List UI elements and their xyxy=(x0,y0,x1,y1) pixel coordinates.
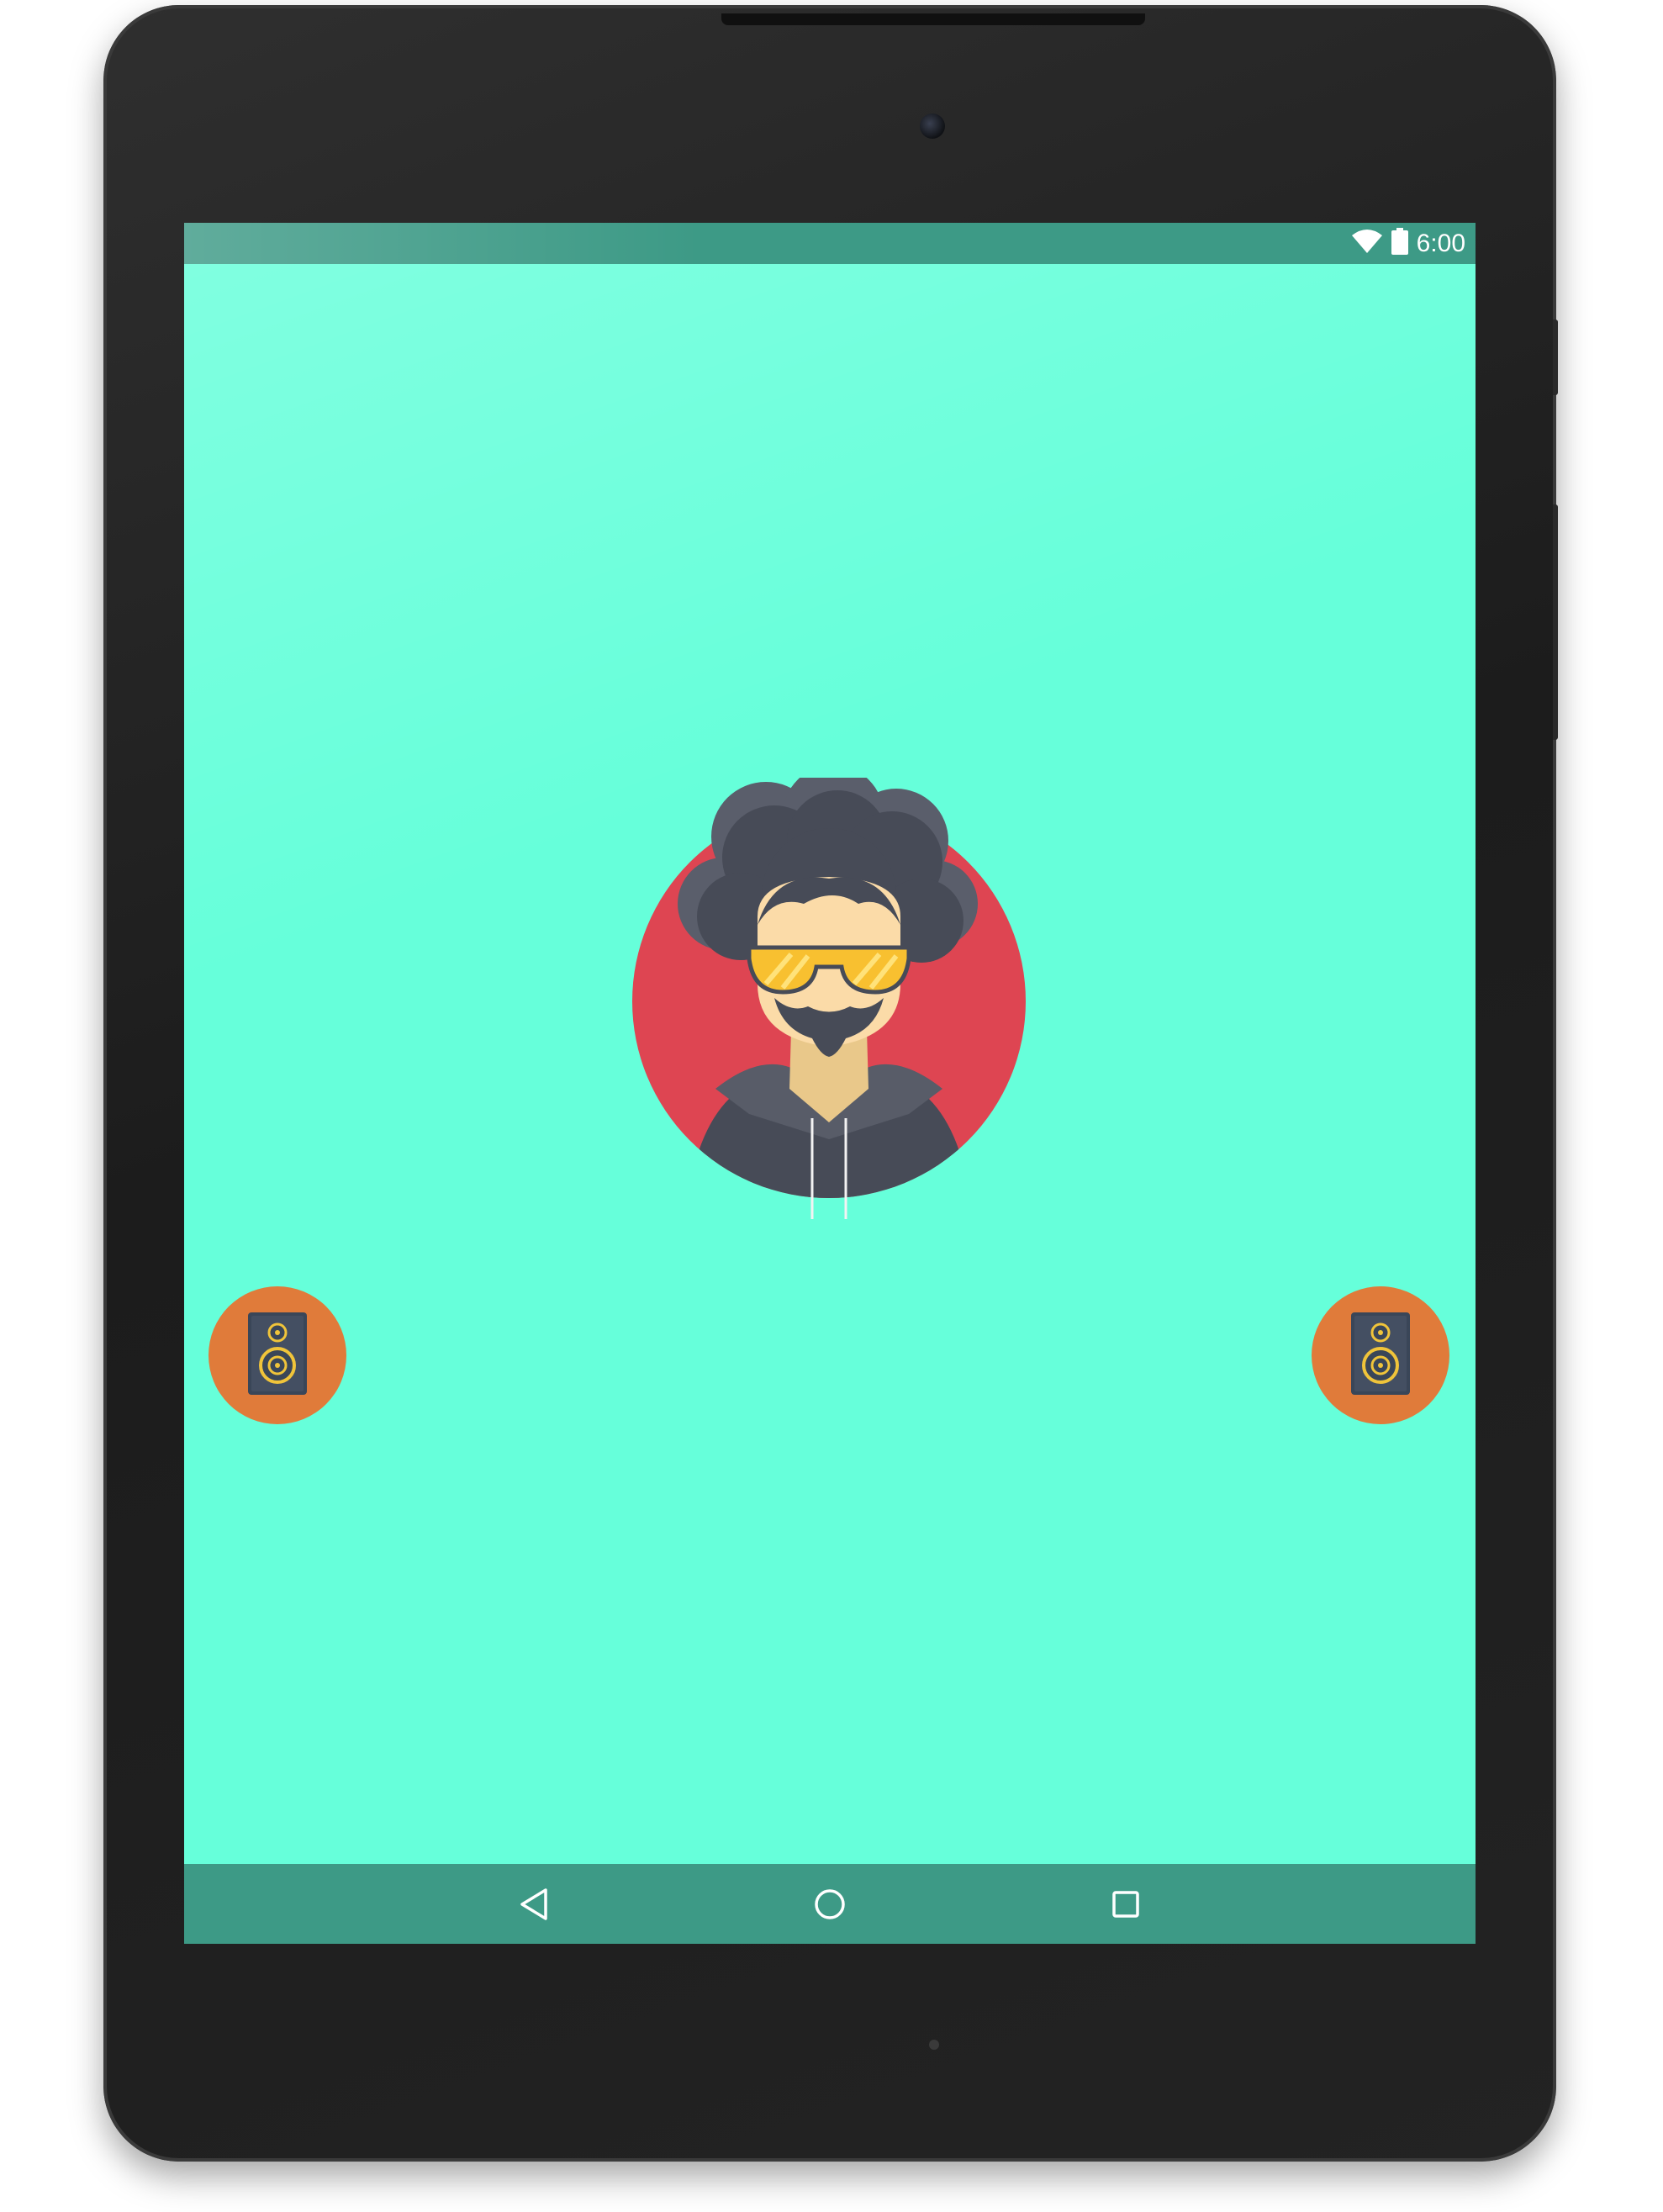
volume-button xyxy=(1553,504,1558,740)
power-button xyxy=(1553,319,1558,395)
status-icons: 6:00 xyxy=(1351,223,1465,264)
earpiece-speaker xyxy=(721,13,1145,25)
status-time: 6:00 xyxy=(1416,229,1465,257)
battery-icon xyxy=(1391,228,1408,259)
home-icon[interactable] xyxy=(808,1882,852,1926)
recents-icon[interactable] xyxy=(1104,1882,1148,1926)
bottom-sensor xyxy=(929,2040,939,2050)
wifi-icon xyxy=(1351,229,1383,258)
right-speaker-button[interactable] xyxy=(1312,1286,1449,1424)
navigation-bar xyxy=(184,1864,1476,1944)
left-speaker-button[interactable] xyxy=(209,1286,346,1424)
dj-avatar-icon[interactable] xyxy=(631,765,1027,1249)
status-bar: 6:00 xyxy=(184,223,1476,264)
speaker-icon xyxy=(248,1312,307,1399)
screen: 6:00 xyxy=(184,223,1476,1944)
speaker-icon xyxy=(1351,1312,1410,1399)
front-camera xyxy=(920,114,945,139)
back-icon[interactable] xyxy=(512,1882,556,1926)
